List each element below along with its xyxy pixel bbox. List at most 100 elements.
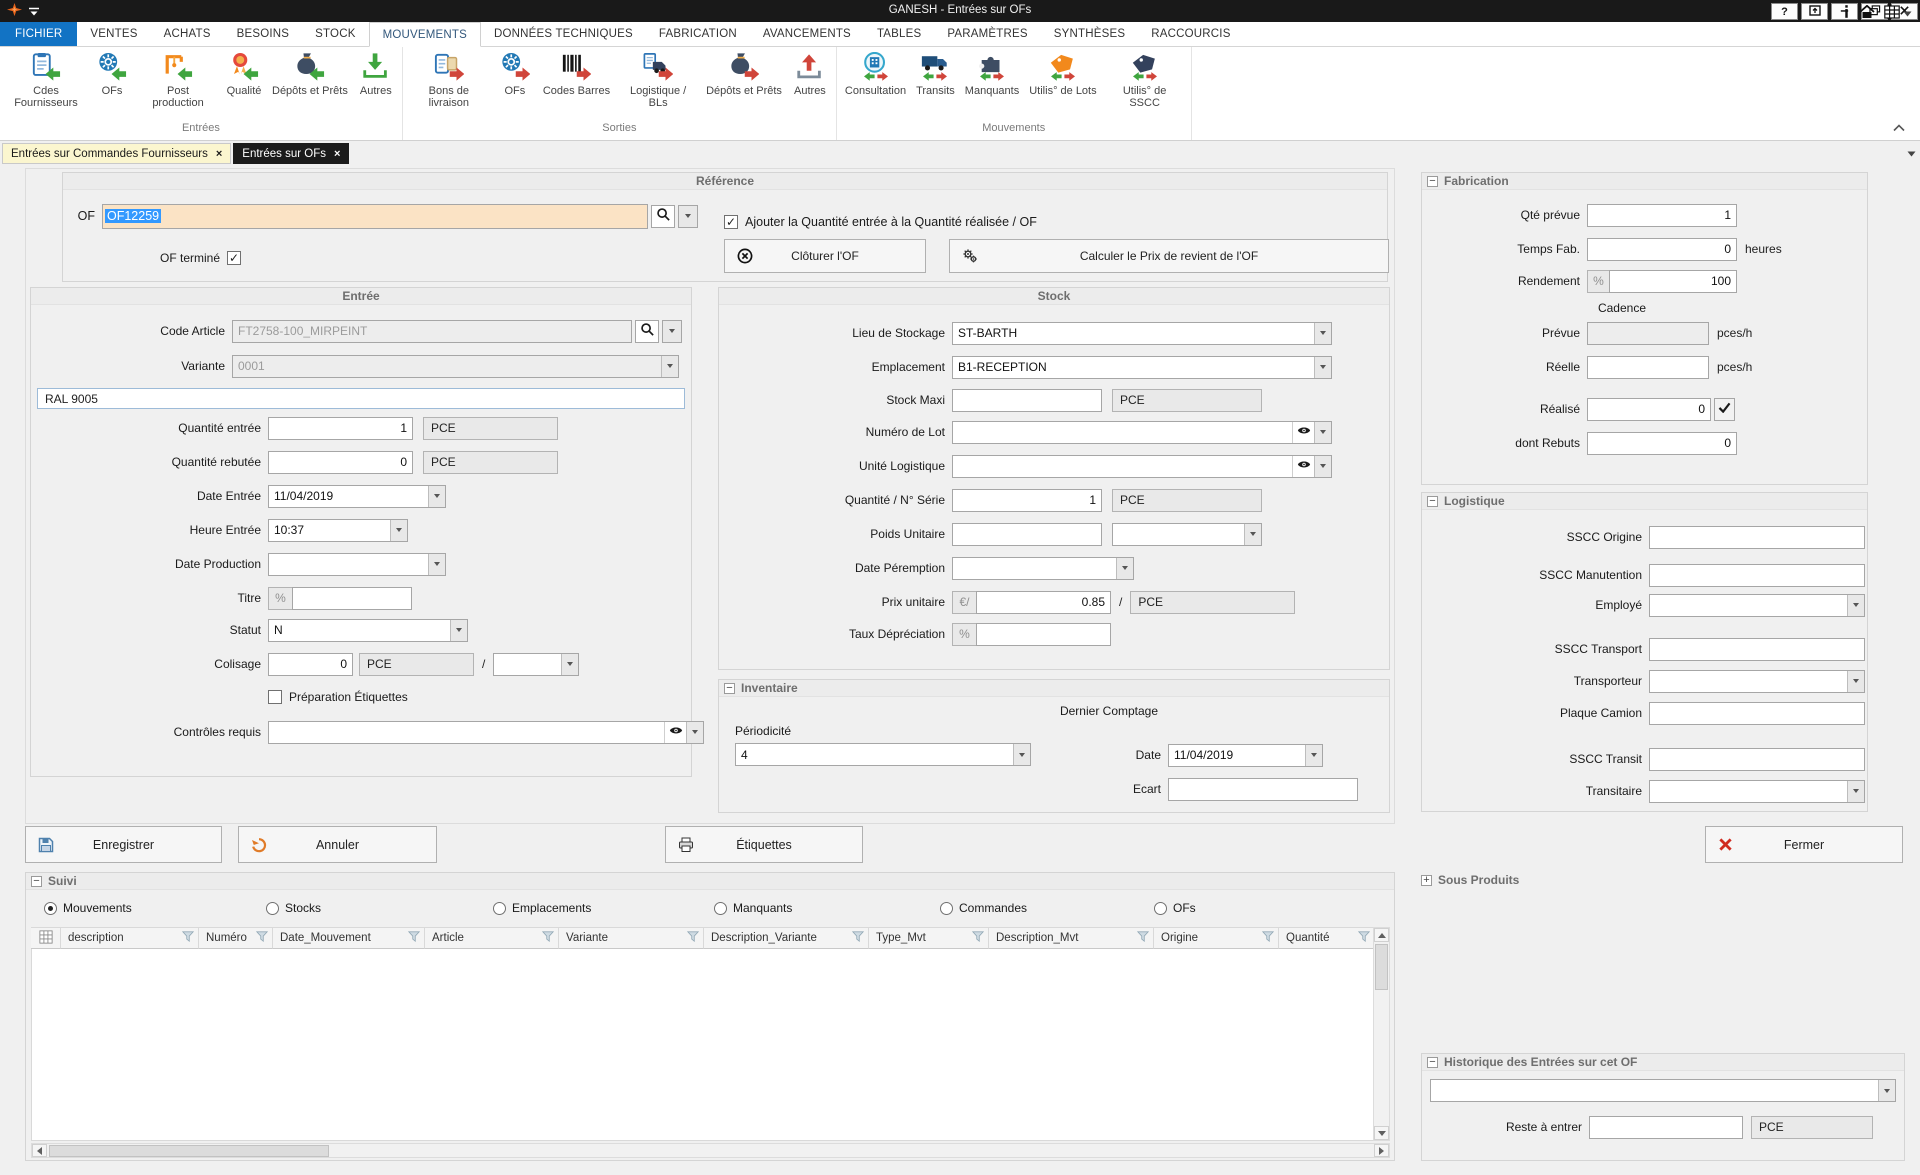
- transporteur-select[interactable]: [1649, 670, 1865, 693]
- ribbon-button-utilis-de-lots[interactable]: Utilis° de Lots: [1024, 50, 1101, 121]
- of-dropdown-button[interactable]: [678, 205, 698, 228]
- of-termine-checkbox[interactable]: [227, 251, 241, 265]
- close-icon[interactable]: ×: [334, 148, 340, 160]
- radio-ofs[interactable]: OFs: [1154, 898, 1244, 918]
- periodicite-input[interactable]: [736, 744, 1013, 765]
- chevron-down-icon[interactable]: [1116, 558, 1133, 579]
- date-production-select[interactable]: [268, 553, 446, 576]
- statut-select[interactable]: [268, 619, 468, 642]
- temps-fab-input[interactable]: [1587, 238, 1737, 261]
- filter-icon[interactable]: [1358, 931, 1370, 945]
- collapse-icon[interactable]: [31, 876, 42, 887]
- colisage-input[interactable]: [268, 653, 353, 676]
- radio-stocks[interactable]: Stocks: [266, 898, 493, 918]
- calculer-prix-button[interactable]: Calculer le Prix de revient de l'OF: [949, 239, 1389, 273]
- qte-rebutee-input[interactable]: [268, 451, 413, 474]
- unite-logistique-input[interactable]: [953, 456, 1292, 477]
- add-qty-checkbox[interactable]: [724, 215, 738, 229]
- enregistrer-button[interactable]: Enregistrer: [25, 826, 222, 863]
- emplacement-input[interactable]: [953, 357, 1314, 378]
- sscc-origine-input[interactable]: [1649, 526, 1865, 549]
- ribbon-button-logistique-bls[interactable]: Logistique / BLs: [615, 50, 701, 121]
- stock-maxi-input[interactable]: [952, 389, 1102, 412]
- chevron-down-icon[interactable]: [661, 356, 678, 377]
- horizontal-scrollbar[interactable]: [31, 1143, 1390, 1158]
- ribbon-button-autres[interactable]: Autres: [353, 50, 399, 121]
- chevron-down-icon[interactable]: [1244, 524, 1261, 545]
- ribbon-button-depots-et-prets[interactable]: Dépôts et Prêts: [701, 50, 787, 121]
- realise-input[interactable]: [1587, 398, 1711, 421]
- chevron-down-icon[interactable]: [1314, 422, 1331, 443]
- qte-prevue-input[interactable]: [1587, 204, 1737, 227]
- filter-icon[interactable]: [852, 931, 864, 945]
- chevron-down-icon[interactable]: [428, 554, 445, 575]
- scrollbar-thumb[interactable]: [1375, 944, 1388, 990]
- column-header-description-variante[interactable]: Description_Variante: [704, 927, 869, 949]
- cloturer-of-button[interactable]: Clôturer l'OF: [724, 239, 926, 273]
- column-header-variante[interactable]: Variante: [559, 927, 704, 949]
- menu-item-achats[interactable]: ACHATS: [151, 22, 224, 46]
- table-corner-button[interactable]: [31, 927, 61, 949]
- heure-entree-input[interactable]: [269, 520, 390, 541]
- ribbon-button-bons-de-livraison[interactable]: Bons de livraison: [406, 50, 492, 121]
- transporteur-input[interactable]: [1650, 671, 1847, 692]
- ribbon-button-qualite[interactable]: Qualité: [221, 50, 267, 121]
- poids-unit-select[interactable]: [1112, 523, 1262, 546]
- menu-item-tables[interactable]: TABLES: [864, 22, 934, 46]
- code-article-input[interactable]: [232, 320, 632, 343]
- collapse-icon[interactable]: [1427, 176, 1438, 187]
- of-input[interactable]: OF12259: [102, 204, 648, 229]
- historique-select[interactable]: [1430, 1079, 1896, 1102]
- radio-commandes[interactable]: Commandes: [940, 898, 1154, 918]
- ribbon-button-manquants[interactable]: Manquants: [960, 50, 1024, 121]
- poids-unitaire-input[interactable]: [952, 523, 1102, 546]
- document-tab-entrees-sur-ofs[interactable]: Entrées sur OFs×: [233, 143, 349, 164]
- table-body[interactable]: [31, 949, 1375, 1141]
- comptage-date-select[interactable]: [1168, 744, 1323, 767]
- radio-mouvements[interactable]: Mouvements: [44, 898, 266, 918]
- info-icon[interactable]: [1843, 4, 1850, 22]
- code-article-search-button[interactable]: [635, 320, 659, 343]
- chevron-down-icon[interactable]: [561, 654, 578, 675]
- unite-logistique-select[interactable]: [952, 455, 1332, 478]
- ribbon-button-transits[interactable]: Transits: [911, 50, 960, 121]
- filter-icon[interactable]: [687, 931, 699, 945]
- menu-item-ventes[interactable]: VENTES: [77, 22, 150, 46]
- comptage-date-input[interactable]: [1169, 745, 1305, 766]
- ribbon-button-post-production[interactable]: Post production: [135, 50, 221, 121]
- controles-requis-select[interactable]: [268, 721, 704, 744]
- radio-emplacements[interactable]: Emplacements: [493, 898, 714, 918]
- menu-item-besoins[interactable]: BESOINS: [224, 22, 303, 46]
- column-header-date-mouvement[interactable]: Date_Mouvement: [273, 927, 425, 949]
- of-search-button[interactable]: [651, 205, 675, 228]
- column-header-quantite[interactable]: Quantité: [1279, 927, 1375, 949]
- ribbon-button-codes-barres[interactable]: Codes Barres: [538, 50, 615, 121]
- ribbon-button-consultation[interactable]: Consultation: [840, 50, 911, 121]
- chevron-down-icon[interactable]: [1847, 671, 1864, 692]
- ecart-input[interactable]: [1168, 778, 1358, 801]
- transitaire-select[interactable]: [1649, 780, 1865, 803]
- employe-select[interactable]: [1649, 594, 1865, 617]
- radio-manquants[interactable]: Manquants: [714, 898, 940, 918]
- periodicite-select[interactable]: [735, 743, 1031, 766]
- numero-lot-input[interactable]: [953, 422, 1292, 443]
- chevron-down-icon[interactable]: [1314, 357, 1331, 378]
- menu-item-raccourcis[interactable]: RACCOURCIS: [1138, 22, 1243, 46]
- menu-item-parametres[interactable]: PARAMÈTRES: [934, 22, 1040, 46]
- date-entree-select[interactable]: [268, 485, 446, 508]
- ribbon-button-depots-et-prets[interactable]: Dépôts et Prêts: [267, 50, 353, 121]
- colisage2-input[interactable]: [494, 654, 561, 675]
- collapse-icon[interactable]: [1427, 496, 1438, 507]
- cadence-prevue-input[interactable]: [1587, 322, 1709, 345]
- statut-input[interactable]: [269, 620, 450, 641]
- ribbon-button-ofs[interactable]: OFs: [89, 50, 135, 121]
- sous-produits-section[interactable]: Sous Produits: [1421, 872, 1519, 888]
- scroll-up-button[interactable]: [1374, 928, 1389, 942]
- poids-unit-input[interactable]: [1113, 524, 1244, 545]
- employe-input[interactable]: [1650, 595, 1847, 616]
- column-header-article[interactable]: Article: [425, 927, 559, 949]
- cadence-reelle-input[interactable]: [1587, 356, 1709, 379]
- collapse-icon[interactable]: [1427, 1057, 1438, 1068]
- chevron-down-icon[interactable]: [1314, 456, 1331, 477]
- controles-requis-input[interactable]: [269, 722, 664, 743]
